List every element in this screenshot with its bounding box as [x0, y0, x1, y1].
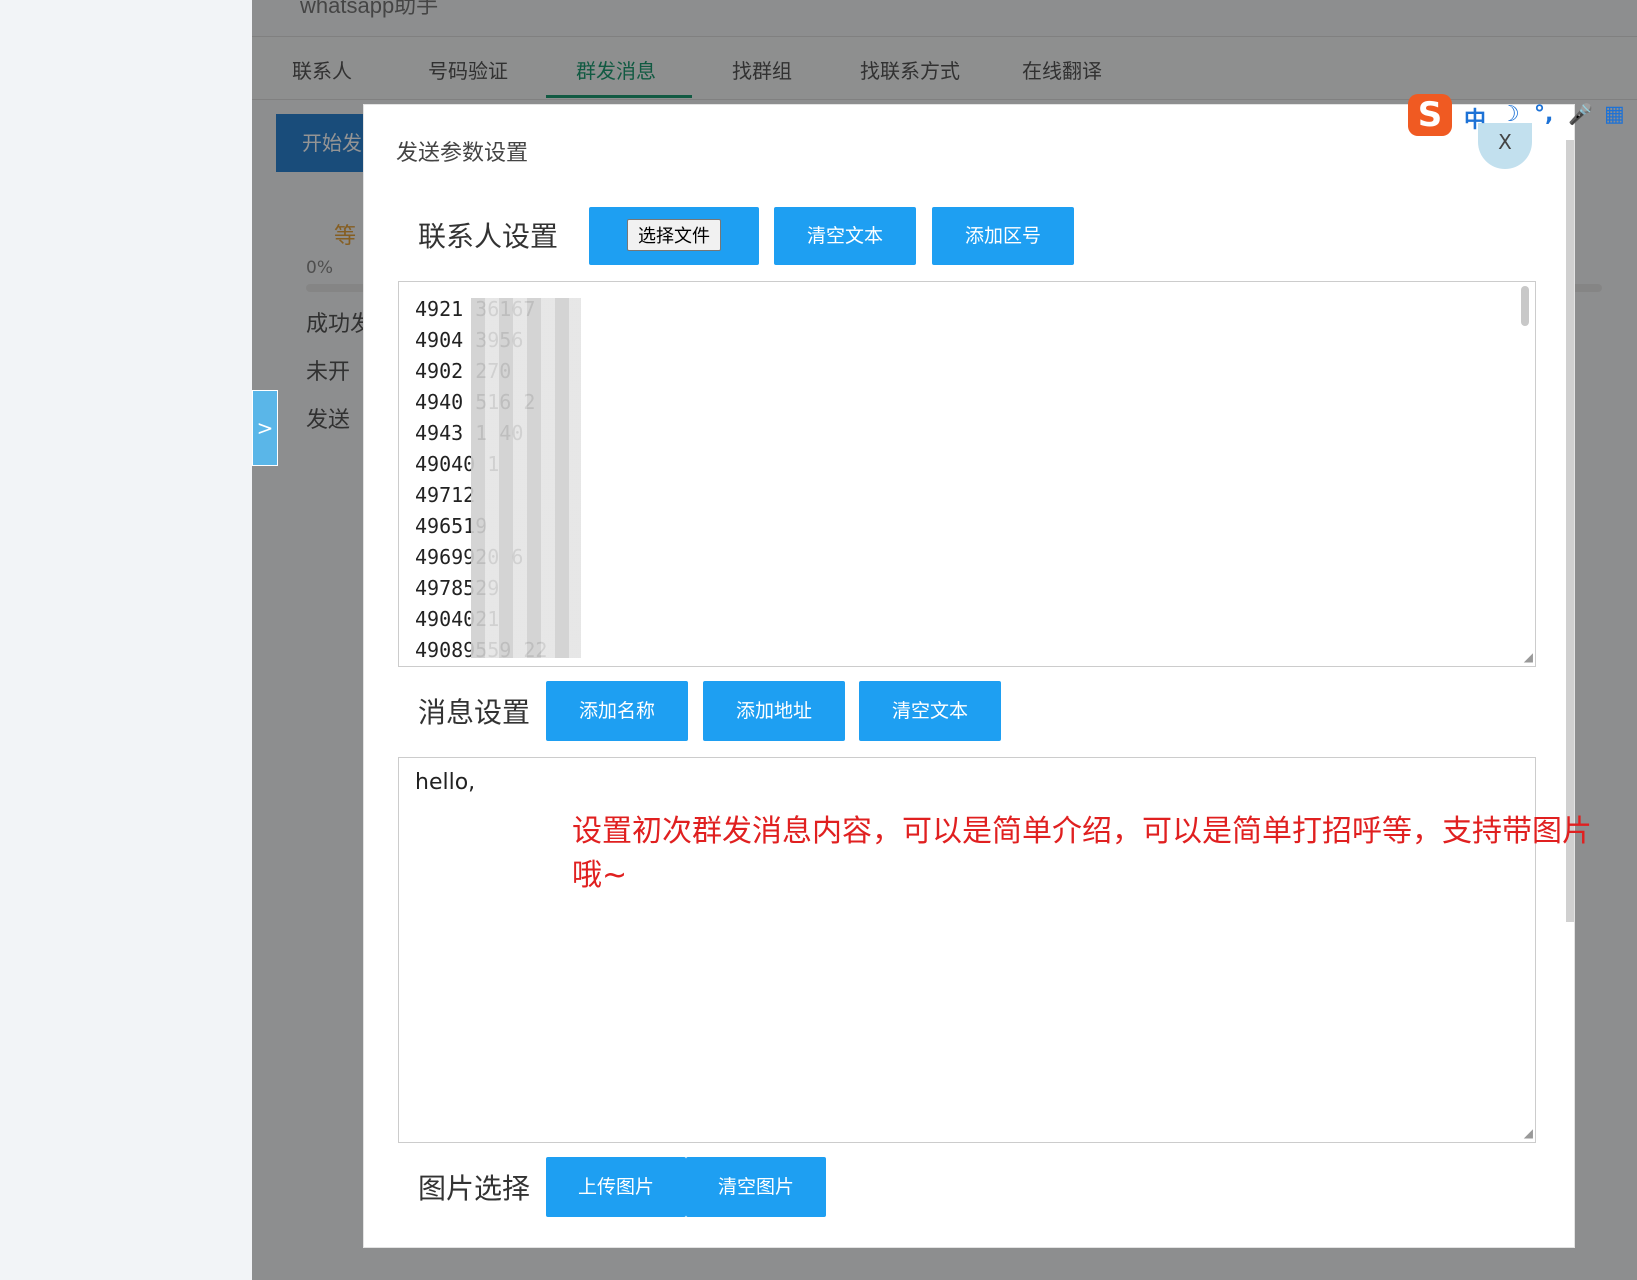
- ime-punctuation-icon[interactable]: °,: [1534, 102, 1553, 127]
- choose-file-button[interactable]: 选择文件: [589, 207, 759, 265]
- ime-keyboard-icon[interactable]: ▦: [1604, 102, 1625, 127]
- contacts-textarea[interactable]: 4921 36167 4904 3956 4902 270 4940 516 2…: [398, 281, 1536, 667]
- clear-contacts-button[interactable]: 清空文本: [774, 207, 916, 265]
- add-address-button[interactable]: 添加地址: [703, 681, 845, 741]
- choose-file-label[interactable]: 选择文件: [627, 219, 721, 251]
- ime-toolbar: S 中 ☽ °, 🎤 ▦: [1408, 94, 1637, 140]
- clear-image-button[interactable]: 清空图片: [686, 1157, 826, 1217]
- privacy-blur-mask: [471, 298, 581, 658]
- message-section-label: 消息设置: [418, 696, 531, 729]
- resize-handle-icon[interactable]: ◢: [1524, 1126, 1533, 1140]
- ime-chinese-mode-icon[interactable]: 中: [1464, 102, 1486, 134]
- image-section-label: 图片选择: [418, 1172, 531, 1205]
- resize-handle-icon[interactable]: ◢: [1524, 650, 1533, 664]
- ime-microphone-icon[interactable]: 🎤: [1568, 102, 1593, 126]
- ime-moon-icon[interactable]: ☽: [1500, 102, 1520, 127]
- dialog-scrollbar[interactable]: [1566, 140, 1574, 922]
- dialog-title: 发送参数设置: [396, 141, 529, 166]
- contacts-scrollbar[interactable]: [1521, 286, 1529, 326]
- sogou-logo-icon[interactable]: S: [1408, 94, 1452, 136]
- left-blank-area: [0, 0, 252, 1280]
- message-content: hello,: [415, 770, 476, 795]
- send-settings-dialog: 发送参数设置 X 联系人设置 选择文件 清空文本 添加区号 4921 36167…: [363, 104, 1575, 1248]
- add-area-code-button[interactable]: 添加区号: [932, 207, 1074, 265]
- contacts-section-label: 联系人设置: [418, 220, 559, 253]
- add-name-button[interactable]: 添加名称: [546, 681, 688, 741]
- clear-message-button[interactable]: 清空文本: [859, 681, 1001, 741]
- upload-image-button[interactable]: 上传图片: [546, 1157, 686, 1217]
- sidebar-toggle-button[interactable]: >: [252, 390, 278, 466]
- tutorial-annotation: 设置初次群发消息内容，可以是简单介绍，可以是简单打招呼等，支持带图片哦~: [572, 814, 1592, 893]
